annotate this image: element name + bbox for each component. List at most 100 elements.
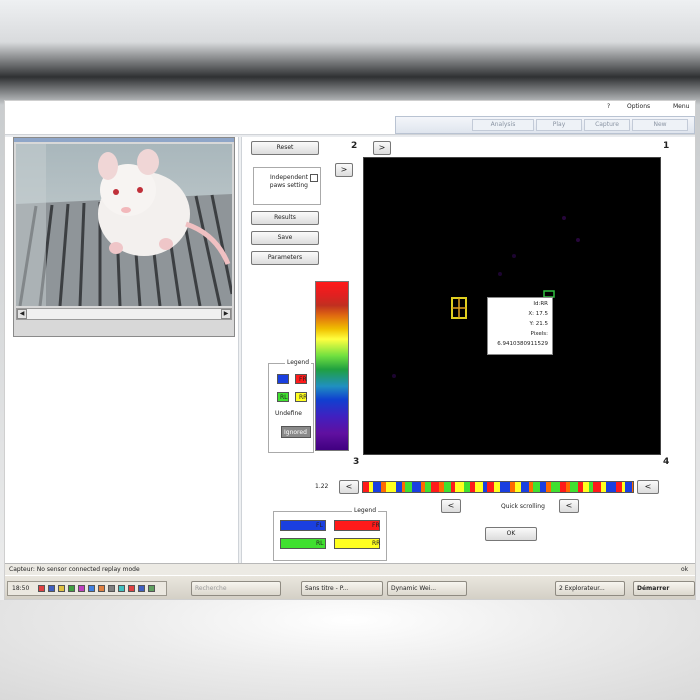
tray-icon[interactable]	[48, 585, 55, 592]
results-button[interactable]: Results	[251, 211, 319, 225]
step-segment	[363, 482, 369, 492]
step-segment	[510, 482, 515, 492]
panel-splitter[interactable]	[238, 137, 242, 567]
tray-icon[interactable]	[138, 585, 145, 592]
legend-bottom-label-fr: FR	[372, 522, 380, 529]
step-segment	[622, 482, 625, 492]
tooltip-x: X: 17.5	[528, 311, 548, 317]
step-segment	[451, 482, 455, 492]
step-segment	[570, 482, 578, 492]
tab-analysis[interactable]: Analysis	[472, 119, 534, 131]
status-text: Capteur: No sensor connected replay mode	[9, 566, 140, 573]
background-glow	[0, 600, 700, 700]
corner-label-1: 1	[663, 141, 670, 151]
tray-icon[interactable]	[108, 585, 115, 592]
legend-bottom: Legend FR FL RR RL	[273, 507, 387, 561]
tray-icon[interactable]	[68, 585, 75, 592]
taskbar-item-dynamic-weight[interactable]: Dynamic Wei...	[387, 581, 467, 596]
legend-label-rr: RR	[299, 394, 308, 401]
step-segment	[470, 482, 475, 492]
video-title-bar	[14, 138, 234, 142]
mouse-video-frame	[16, 144, 232, 306]
parameters-button[interactable]: Parameters	[251, 251, 319, 265]
step-segment	[402, 482, 405, 492]
tray-icon[interactable]	[118, 585, 125, 592]
menu-item-options[interactable]: Options	[627, 103, 650, 110]
step-segment	[369, 482, 373, 492]
tray-icon[interactable]	[78, 585, 85, 592]
tray-icon[interactable]	[98, 585, 105, 592]
step-segment	[589, 482, 593, 492]
legend-bottom-title: Legend	[352, 507, 379, 514]
strip-right-arrow-button[interactable]: <	[637, 480, 659, 494]
save-button[interactable]: Save	[251, 231, 319, 245]
step-segment	[483, 482, 487, 492]
quick-scroll-left-button[interactable]: <	[441, 499, 461, 513]
step-segment	[431, 482, 439, 492]
tray-icon[interactable]	[148, 585, 155, 592]
step-segment	[540, 482, 546, 492]
legend-ignored-label: Ignored	[284, 429, 307, 436]
scroll-right-arrow[interactable]: ▶	[221, 309, 231, 319]
rotate-left-arrow-button[interactable]: >	[373, 141, 391, 155]
step-segment	[475, 482, 483, 492]
tray-icon[interactable]	[38, 585, 45, 592]
tab-play[interactable]: Play	[536, 119, 582, 131]
pressure-color-scale	[315, 281, 349, 451]
menu-item-help[interactable]: ?	[607, 103, 610, 110]
step-segment	[566, 482, 570, 492]
status-bar: Capteur: No sensor connected replay mode…	[5, 563, 695, 575]
step-segment	[487, 482, 494, 492]
step-segment	[625, 482, 632, 492]
step-segment	[381, 482, 386, 492]
step-segment	[606, 482, 616, 492]
menu-item-menu[interactable]: Menu	[673, 103, 689, 110]
step-segment	[515, 482, 521, 492]
clock: 18:50	[12, 585, 30, 592]
video-scrollbar[interactable]: ◀ ▶	[16, 308, 232, 320]
ok-button[interactable]: OK	[485, 527, 537, 541]
step-segment	[500, 482, 510, 492]
taskbar-item-recherche[interactable]: Recherche	[191, 581, 281, 596]
step-segment	[601, 482, 606, 492]
tray-icon[interactable]	[128, 585, 135, 592]
start-button[interactable]: Démarrer	[633, 581, 695, 596]
independent-paws-checkbox[interactable]	[310, 174, 318, 182]
legend-left: Legend FR RR RL Undefine Ignored	[268, 359, 314, 453]
step-sequence-strip[interactable]	[362, 481, 634, 493]
tray-icon[interactable]	[58, 585, 65, 592]
step-segment	[546, 482, 551, 492]
taskbar-item-explorateur[interactable]: 2 Explorateur...	[555, 581, 625, 596]
quick-scroll-right-button[interactable]: <	[559, 499, 579, 513]
step-sequence-svg	[363, 482, 633, 492]
step-segment	[455, 482, 464, 492]
step-segment	[373, 482, 381, 492]
legend-bottom-label-rr: RR	[372, 540, 381, 547]
legend-left-title: Legend	[285, 359, 312, 366]
step-segment	[521, 482, 529, 492]
tab-new[interactable]: New	[632, 119, 688, 131]
strip-left-arrow-button[interactable]: <	[339, 480, 359, 494]
quick-scrolling-label: Quick scrolling	[501, 503, 545, 510]
tray-icon[interactable]	[88, 585, 95, 592]
step-segment	[396, 482, 402, 492]
reset-button[interactable]: Reset	[251, 141, 319, 155]
step-segment	[529, 482, 533, 492]
rotate-arrow-button[interactable]: >	[335, 163, 353, 177]
step-segment	[583, 482, 589, 492]
legend-bottom-label-rl: RL	[316, 540, 324, 547]
step-segment	[464, 482, 470, 492]
taskbar-item-sans-titre[interactable]: Sans titre - P...	[301, 581, 383, 596]
toolbar: New Capture Play Analysis	[395, 116, 695, 134]
step-segment	[444, 482, 451, 492]
scroll-left-arrow[interactable]: ◀	[17, 309, 27, 319]
system-tray: 18:50	[7, 581, 167, 596]
step-segment	[616, 482, 622, 492]
legend-ignored-swatch: Ignored	[281, 426, 311, 438]
step-segment	[421, 482, 425, 492]
legend-bottom-label-fl: FL	[316, 522, 323, 529]
tab-capture[interactable]: Capture	[584, 119, 630, 131]
step-segment	[425, 482, 431, 492]
corner-label-4: 4	[663, 457, 670, 467]
step-segment	[632, 482, 633, 492]
